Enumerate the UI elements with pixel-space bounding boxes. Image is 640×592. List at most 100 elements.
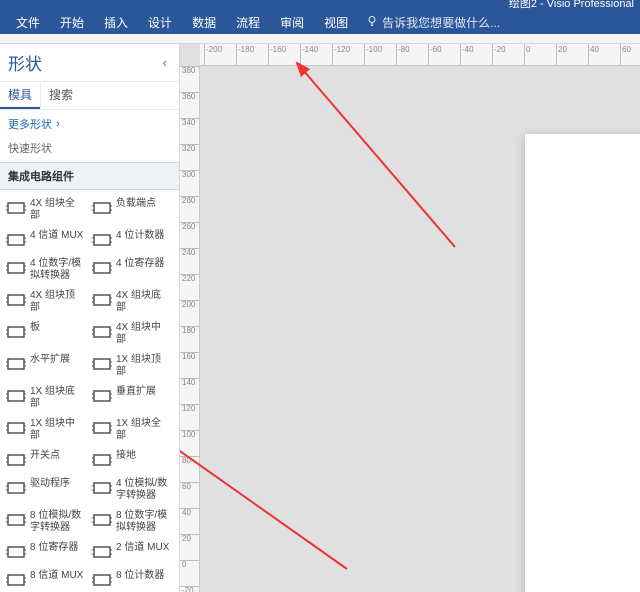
shape-item[interactable]: 4 位计数器: [88, 226, 174, 254]
shape-item[interactable]: 8 位模拟/数字转换器: [2, 506, 88, 538]
shape-item[interactable]: 4 位寄存器: [88, 254, 174, 286]
shape-icon: [92, 510, 112, 530]
shape-item[interactable]: 4 位数字/模拟转换器: [2, 254, 88, 286]
shape-item[interactable]: 4 信道 MUX: [2, 226, 88, 254]
shape-icon: [92, 258, 112, 278]
shape-item[interactable]: 垂直扩展: [88, 382, 174, 414]
shape-item[interactable]: 8 位计数器: [88, 566, 174, 592]
shape-icon: [6, 510, 26, 530]
annotation-arrow-bottom: [180, 429, 352, 579]
annotation-arrow-top: [295, 62, 475, 252]
tab-search[interactable]: 搜索: [41, 82, 81, 109]
menu-view[interactable]: 视图: [314, 10, 358, 34]
shape-item[interactable]: 1X 组块中部: [2, 414, 88, 446]
canvas-area[interactable]: -200-180-160-140-120-100-80-60-40-200204…: [180, 44, 640, 592]
shapes-tabs: 模具 搜索: [0, 82, 179, 110]
shape-label: 1X 组块全部: [116, 418, 170, 442]
shape-label: 4 位计数器: [116, 230, 170, 242]
more-shapes-link[interactable]: 更多形状 ›: [0, 110, 179, 138]
vruler-tick: 160: [180, 352, 199, 361]
shape-label: 1X 组块中部: [30, 418, 84, 442]
vruler-tick: 360: [180, 92, 199, 101]
workarea: 形状 ‹ 模具 搜索 更多形状 › 快速形状 集成电路组件 4X 组块全部负载端…: [0, 44, 640, 592]
shape-item[interactable]: 8 位数字/模拟转换器: [88, 506, 174, 538]
tell-me[interactable]: 告诉我您想要做什么...: [366, 14, 500, 31]
shape-label: 开关点: [30, 450, 84, 462]
shape-item[interactable]: 4X 组块顶部: [2, 286, 88, 318]
shape-label: 8 位寄存器: [30, 542, 84, 554]
shape-icon: [6, 542, 26, 562]
shape-icon: [92, 450, 112, 470]
vruler-tick: 40: [180, 508, 199, 517]
shape-label: 负载端点: [116, 198, 170, 210]
menu-review[interactable]: 审阅: [270, 10, 314, 34]
shape-item[interactable]: 接地: [88, 446, 174, 474]
menubar: 文件 开始 插入 设计 数据 流程 审阅 视图 告诉我您想要做什么...: [0, 10, 640, 34]
shape-item[interactable]: 驱动程序: [2, 474, 88, 506]
tab-stencils[interactable]: 模具: [0, 82, 40, 109]
drawing-page[interactable]: [525, 134, 640, 592]
hruler-tick: -140: [300, 44, 318, 65]
collapse-icon[interactable]: ‹: [159, 55, 171, 70]
menu-home[interactable]: 开始: [50, 10, 94, 34]
vruler-tick: 100: [180, 430, 199, 439]
vruler-tick: 340: [180, 118, 199, 127]
menu-design[interactable]: 设计: [138, 10, 182, 34]
shape-icon: [6, 198, 26, 218]
vruler-tick: 240: [180, 248, 199, 257]
hruler-tick: -80: [396, 44, 410, 65]
shape-icon: [92, 230, 112, 250]
shape-icon: [92, 354, 112, 374]
shape-item[interactable]: 4X 组块中部: [88, 318, 174, 350]
shape-icon: [6, 570, 26, 590]
shape-label: 4 位模拟/数字转换器: [116, 478, 170, 502]
shape-label: 8 位数字/模拟转换器: [116, 510, 170, 534]
tell-me-label: 告诉我您想要做什么...: [382, 14, 500, 31]
menu-process[interactable]: 流程: [226, 10, 270, 34]
shape-label: 4 信道 MUX: [30, 230, 84, 242]
shape-item[interactable]: 板: [2, 318, 88, 350]
vruler-tick: 120: [180, 404, 199, 413]
hruler-tick: 0: [524, 44, 530, 65]
shape-icon: [6, 450, 26, 470]
vruler-tick: 180: [180, 326, 199, 335]
shape-label: 8 信道 MUX: [30, 570, 84, 582]
shape-item[interactable]: 2 信道 MUX: [88, 538, 174, 566]
menu-insert[interactable]: 插入: [94, 10, 138, 34]
shape-item[interactable]: 4X 组块全部: [2, 194, 88, 226]
shape-item[interactable]: 负载端点: [88, 194, 174, 226]
shape-item[interactable]: 4 位模拟/数字转换器: [88, 474, 174, 506]
ribbon-gap: [0, 34, 640, 44]
shape-label: 水平扩展: [30, 354, 84, 366]
vertical-ruler: 3803603403203002802602402202001801601401…: [180, 66, 200, 592]
shape-icon: [92, 290, 112, 310]
shape-item[interactable]: 8 信道 MUX: [2, 566, 88, 592]
shapes-grid: 4X 组块全部 负载端点 4 信道 MUX 4 位计数器 4 位数字/模拟转换器4 位寄…: [0, 190, 179, 592]
menu-data[interactable]: 数据: [182, 10, 226, 34]
quick-shapes-link[interactable]: 快速形状: [0, 138, 179, 162]
menu-file[interactable]: 文件: [6, 10, 50, 34]
shape-item[interactable]: 水平扩展: [2, 350, 88, 382]
vruler-tick: 220: [180, 274, 199, 283]
shape-label: 4X 组块顶部: [30, 290, 84, 314]
window-title: 绘图2 - Visio Professional: [509, 0, 634, 9]
shape-icon: [92, 478, 112, 498]
hruler-tick: -20: [492, 44, 506, 65]
vruler-tick: 20: [180, 534, 199, 543]
shape-item[interactable]: 开关点: [2, 446, 88, 474]
shape-item[interactable]: 1X 组块全部: [88, 414, 174, 446]
shape-label: 接地: [116, 450, 170, 462]
shape-icon: [6, 290, 26, 310]
shape-item[interactable]: 1X 组块底部: [2, 382, 88, 414]
vruler-tick: 320: [180, 144, 199, 153]
shape-item[interactable]: 4X 组块底部: [88, 286, 174, 318]
shape-icon: [92, 386, 112, 406]
shape-label: 2 信道 MUX: [116, 542, 170, 554]
shape-label: 4X 组块全部: [30, 198, 84, 222]
shape-icon: [6, 230, 26, 250]
shape-item[interactable]: 1X 组块顶部: [88, 350, 174, 382]
shape-label: 1X 组块顶部: [116, 354, 170, 378]
hruler-tick: 60: [620, 44, 631, 65]
shape-item[interactable]: 8 位寄存器: [2, 538, 88, 566]
stencil-header[interactable]: 集成电路组件: [0, 162, 179, 190]
